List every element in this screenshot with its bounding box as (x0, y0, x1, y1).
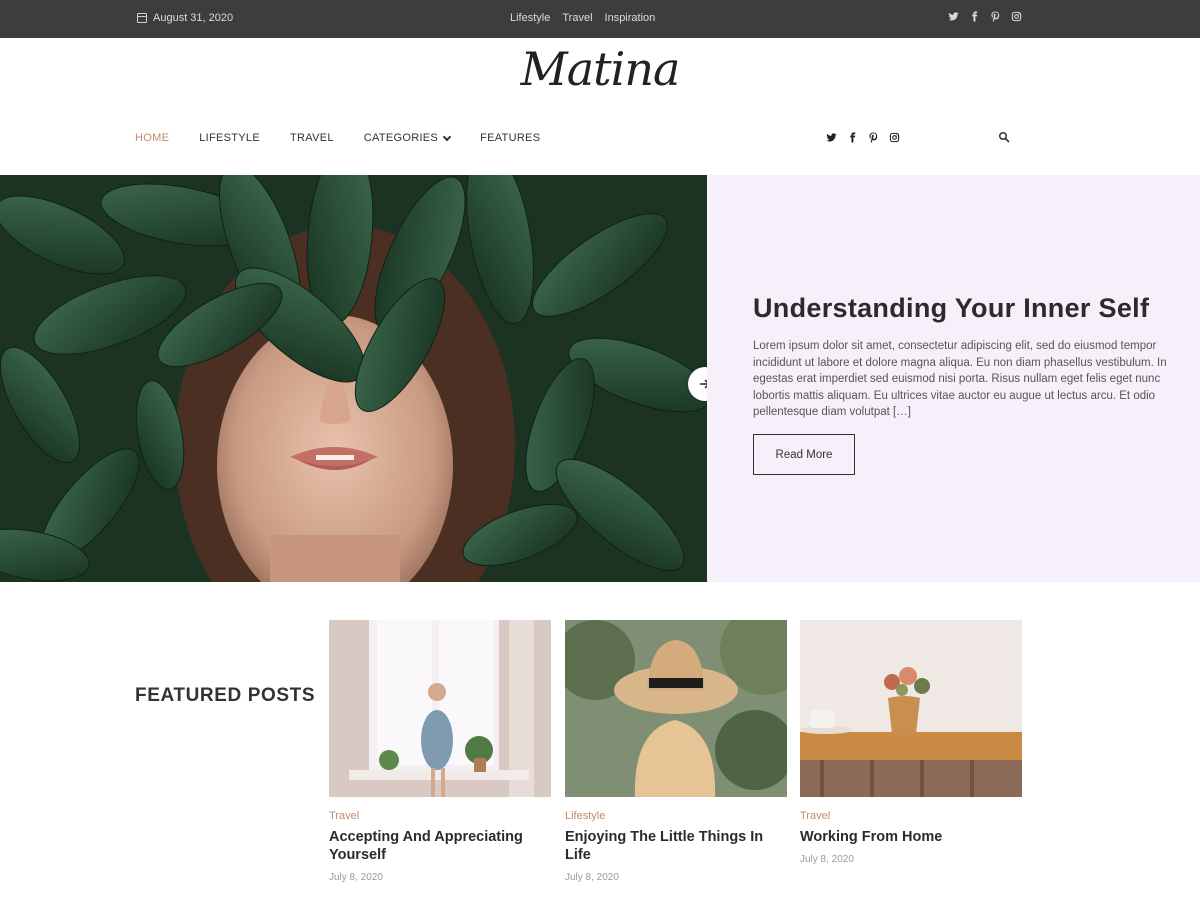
featured-post-card[interactable]: Travel Accepting And Appreciating Yourse… (329, 620, 551, 883)
top-link-inspiration[interactable]: Inspiration (605, 12, 656, 24)
post-thumbnail[interactable] (565, 620, 787, 797)
nav-social (826, 132, 900, 143)
twitter-icon[interactable] (948, 11, 959, 22)
instagram-icon[interactable] (1011, 11, 1022, 22)
nav-item-home[interactable]: HOME (135, 132, 169, 144)
site-logo[interactable]: Matina (0, 42, 1200, 96)
read-more-button[interactable]: Read More (753, 434, 855, 475)
top-social (948, 11, 1022, 22)
hero-photo (0, 175, 707, 582)
top-links: Lifestyle Travel Inspiration (510, 12, 655, 24)
post-title[interactable]: Working From Home (800, 828, 1022, 846)
featured-post-card[interactable]: Travel Working From Home July 8, 2020 (800, 620, 1022, 865)
calendar-icon (137, 13, 147, 23)
pinterest-icon[interactable] (868, 132, 879, 143)
post-thumbnail[interactable] (329, 620, 551, 797)
featured-heading: FEATURED POSTS (135, 685, 316, 706)
nav-item-features-label: FEATURES (480, 132, 541, 144)
top-bar: August 31, 2020 Lifestyle Travel Inspira… (0, 0, 1200, 38)
post-title[interactable]: Accepting And Appreciating Yourself (329, 828, 551, 864)
post-category[interactable]: Lifestyle (565, 810, 787, 822)
post-photo (329, 620, 551, 797)
hero-image[interactable] (0, 175, 707, 582)
top-link-lifestyle[interactable]: Lifestyle (510, 12, 550, 24)
post-category[interactable]: Travel (800, 810, 1022, 822)
main-nav: HOME LIFESTYLE TRAVEL CATEGORIES FEATURE… (135, 132, 540, 144)
nav-item-lifestyle[interactable]: LIFESTYLE (199, 132, 260, 144)
nav-item-features[interactable]: FEATURES (480, 132, 540, 144)
post-date: July 8, 2020 (329, 872, 383, 883)
hero-excerpt: Lorem ipsum dolor sit amet, consectetur … (753, 340, 1167, 418)
post-category[interactable]: Travel (329, 810, 551, 822)
hero-title[interactable]: Understanding Your Inner Self (753, 293, 1149, 324)
post-date: July 8, 2020 (565, 872, 619, 883)
post-photo (800, 620, 1022, 797)
nav-item-categories-label: CATEGORIES (363, 132, 439, 144)
nav-item-lifestyle-label: LIFESTYLE (199, 132, 260, 144)
instagram-icon[interactable] (889, 132, 900, 143)
nav-item-home-label: HOME (135, 132, 170, 144)
nav-item-categories[interactable]: CATEGORIES (363, 132, 452, 144)
post-title[interactable]: Enjoying The Little Things In Life (565, 828, 787, 864)
facebook-icon[interactable] (969, 11, 980, 22)
nav-item-travel-label: TRAVEL (289, 132, 334, 144)
chevron-down-icon (442, 132, 452, 141)
post-photo (565, 620, 787, 797)
featured-post-card[interactable]: Lifestyle Enjoying The Little Things In … (565, 620, 787, 883)
post-thumbnail[interactable] (800, 620, 1022, 797)
top-link-travel[interactable]: Travel (562, 12, 592, 24)
top-date-text: August 31, 2020 (153, 12, 234, 24)
pinterest-icon[interactable] (990, 11, 1001, 22)
top-date: August 31, 2020 (137, 12, 233, 24)
post-date: July 8, 2020 (800, 854, 854, 865)
nav-item-travel[interactable]: TRAVEL (290, 132, 334, 144)
search-icon[interactable] (998, 131, 1010, 143)
twitter-icon[interactable] (826, 132, 837, 143)
facebook-icon[interactable] (847, 132, 858, 143)
